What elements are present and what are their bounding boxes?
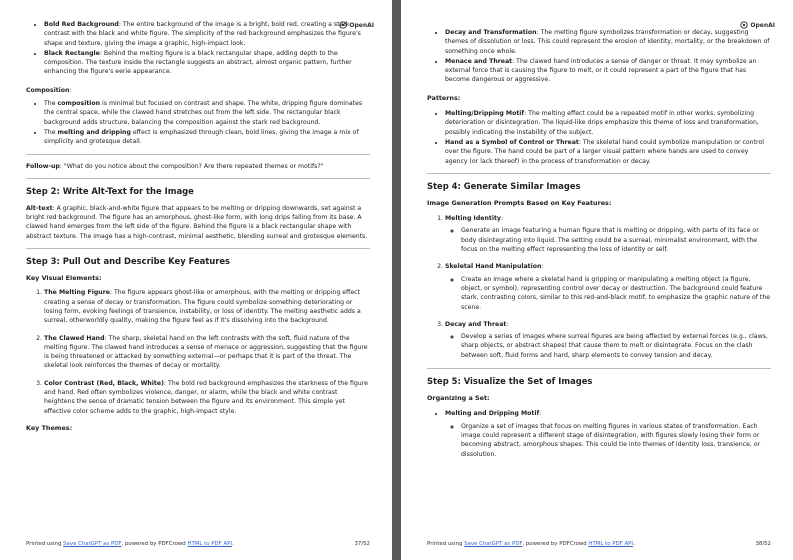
footer-credit: Printed using Save ChatGPT as PDF, power…: [427, 541, 635, 547]
composition-heading: Composition:: [26, 86, 72, 94]
list-item: Menace and Threat: The clawed hand intro…: [445, 57, 771, 85]
composition-list: The composition is minimal but focused o…: [26, 99, 370, 146]
list-item: Color Contrast (Red, Black, White): The …: [44, 379, 370, 416]
organizing-heading: Organizing a Set:: [427, 394, 490, 403]
footer-credit: Printed using Save ChatGPT as PDF, power…: [26, 541, 234, 547]
list-item: Organize a set of images that focus on m…: [461, 422, 771, 459]
list-item: Hand as a Symbol of Control or Threat: T…: [445, 138, 771, 166]
top-bullets: Decay and Transformation: The melting fi…: [427, 28, 771, 85]
list-item: Develop a series of images where surreal…: [461, 332, 771, 360]
page-number: 38/52: [755, 541, 771, 547]
list-item: Create an image where a skeletal hand is…: [461, 275, 771, 312]
save-chatgpt-link[interactable]: Save ChatGPT as PDF: [464, 541, 522, 547]
step4-heading: Step 4: Generate Similar Images: [427, 180, 581, 191]
list-item: The composition is minimal but focused o…: [44, 99, 370, 127]
html-to-pdf-link[interactable]: HTML to PDF API: [187, 541, 232, 547]
top-bullets: Bold Red Background: The entire backgrou…: [26, 20, 370, 77]
key-visual-heading: Key Visual Elements:: [26, 274, 102, 283]
divider: [26, 248, 370, 250]
list-item: Decay and Transformation: The melting fi…: [445, 28, 771, 56]
list-item: Skeletal Hand Manipulation: Create an im…: [445, 262, 771, 311]
html-to-pdf-link[interactable]: HTML to PDF API: [588, 541, 633, 547]
openai-logo: OpenAI: [740, 21, 775, 29]
features-list: The Melting Figure: The figure appears g…: [26, 288, 370, 416]
page-content: Bold Red Background: The entire backgrou…: [26, 20, 370, 433]
patterns-heading: Patterns:: [427, 93, 461, 102]
followup: Follow-up: "What do you notice about the…: [26, 162, 324, 170]
step2-heading: Step 2: Write Alt-Text for the Image: [26, 185, 194, 196]
list-item: Decay and Threat: Develop a series of im…: [445, 320, 771, 360]
step5-heading: Step 5: Visualize the Set of Images: [427, 376, 593, 387]
list-item: The Clawed Hand: The sharp, skeletal han…: [44, 334, 370, 371]
list-item: The Melting Figure: The figure appears g…: [44, 288, 370, 325]
step3-heading: Step 3: Pull Out and Describe Key Featur…: [26, 256, 231, 267]
list-item: Melting Identity: Generate an image feat…: [445, 214, 771, 254]
divider: [427, 172, 771, 174]
openai-icon: [339, 21, 348, 29]
prompts-heading: Image Generation Prompts Based on Key Fe…: [427, 198, 612, 207]
pdf-page-38: OpenAI Decay and Transformation: The mel…: [401, 0, 793, 560]
prompts-list: Melting Identity: Generate an image feat…: [427, 214, 771, 360]
patterns-list: Melting/Dripping Motif: The melting effe…: [427, 109, 771, 166]
organizing-list: Melting and Dripping Motif: Organize a s…: [427, 409, 771, 458]
page-footer: Printed using Save ChatGPT as PDF, power…: [427, 541, 771, 547]
list-item: Generate an image featuring a human figu…: [461, 226, 771, 254]
list-item: The melting and dripping effect is empha…: [44, 128, 370, 147]
alt-text-paragraph: Alt-text: A graphic, black-and-white fig…: [26, 204, 368, 240]
list-item: Bold Red Background: The entire backgrou…: [44, 20, 370, 48]
list-item: Melting and Dripping Motif: Organize a s…: [445, 409, 771, 458]
key-themes-heading: Key Themes:: [26, 423, 73, 432]
pdf-page-37: OpenAI Bold Red Background: The entire b…: [0, 0, 392, 560]
page-content: Decay and Transformation: The melting fi…: [427, 28, 771, 459]
save-chatgpt-link[interactable]: Save ChatGPT as PDF: [63, 541, 121, 547]
page-number: 37/52: [354, 541, 370, 547]
page-footer: Printed using Save ChatGPT as PDF, power…: [26, 541, 370, 547]
divider: [26, 153, 370, 155]
openai-logo: OpenAI: [339, 21, 374, 29]
list-item: Black Rectangle: Behind the melting figu…: [44, 49, 370, 77]
divider: [427, 368, 771, 370]
openai-icon: [740, 21, 749, 29]
list-item: Melting/Dripping Motif: The melting effe…: [445, 109, 771, 137]
divider: [26, 177, 370, 179]
